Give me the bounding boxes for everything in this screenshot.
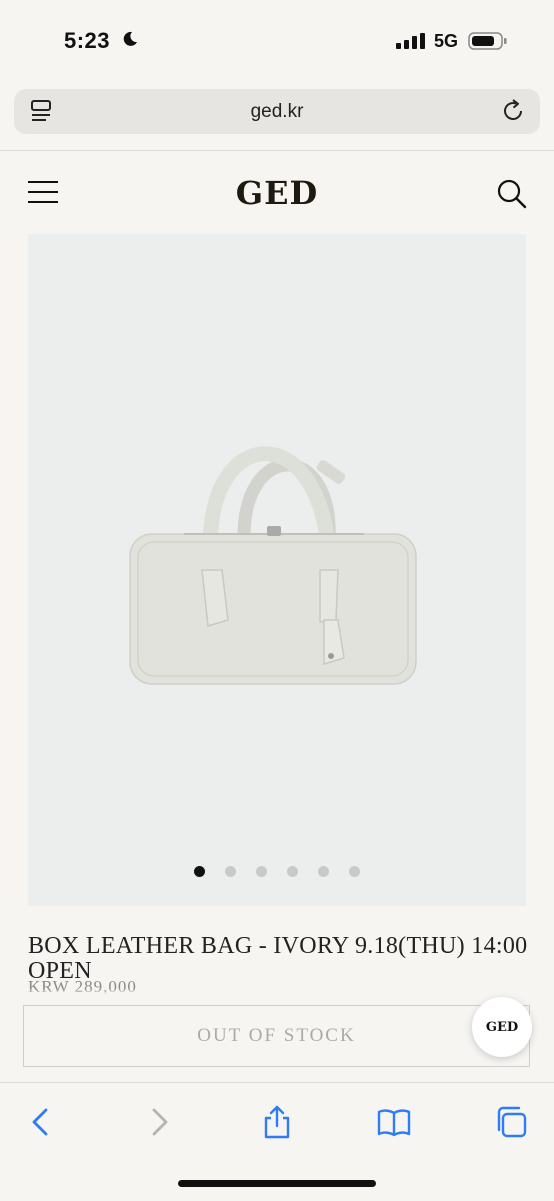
home-indicator — [178, 1180, 376, 1187]
carousel-dot[interactable] — [349, 866, 360, 877]
out-of-stock-button[interactable]: OUT OF STOCK — [23, 1005, 530, 1067]
reload-icon[interactable] — [500, 98, 526, 124]
ged-chat-button[interactable]: GED — [472, 997, 532, 1057]
signal-icon — [396, 33, 425, 49]
search-icon[interactable] — [496, 178, 528, 210]
status-time: 5:23 — [64, 28, 111, 53]
tabs-icon[interactable] — [494, 1105, 528, 1139]
status-bar: 5:23 5G — [0, 0, 554, 80]
carousel-dots — [28, 866, 526, 877]
carousel-dot[interactable] — [287, 866, 298, 877]
header-divider — [0, 150, 554, 151]
network-type: 5G — [434, 31, 459, 51]
battery-icon — [468, 32, 507, 50]
url-text[interactable]: ged.kr — [14, 101, 540, 123]
forward-icon[interactable] — [142, 1105, 176, 1139]
address-bar[interactable]: ged.kr — [14, 89, 540, 134]
bookmarks-icon[interactable] — [377, 1105, 411, 1139]
share-icon[interactable] — [260, 1105, 294, 1139]
product-bag-image — [129, 446, 417, 685]
scroll-fade — [0, 988, 554, 996]
carousel-dot[interactable] — [225, 866, 236, 877]
back-icon[interactable] — [24, 1105, 58, 1139]
product-image-carousel[interactable] — [28, 234, 526, 906]
carousel-dot[interactable] — [256, 866, 267, 877]
moon-icon — [123, 31, 137, 46]
carousel-dot[interactable] — [318, 866, 329, 877]
carousel-dot[interactable] — [194, 866, 205, 877]
site-logo[interactable]: GED — [0, 174, 554, 212]
